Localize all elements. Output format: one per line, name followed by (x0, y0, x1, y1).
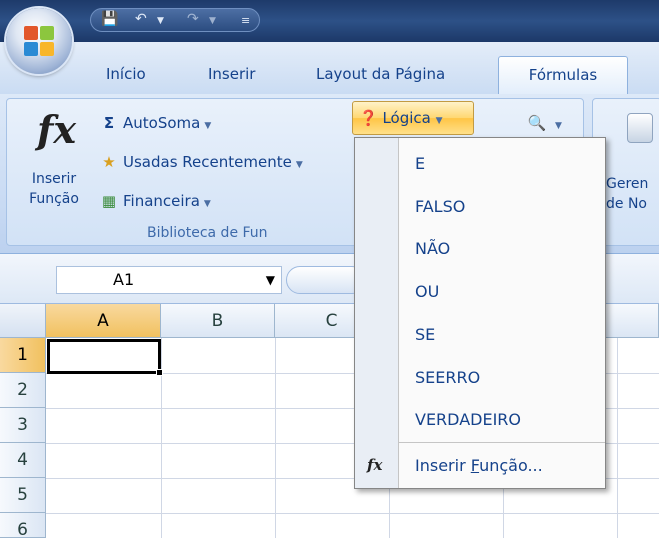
active-cell-a1[interactable] (47, 339, 161, 374)
chevron-down-icon[interactable]: ▼ (266, 267, 275, 293)
gridline (275, 338, 276, 538)
redo-dropdown-icon[interactable]: ▼ (209, 16, 216, 26)
financial-book-icon: ▦ (101, 192, 117, 210)
office-logo-icon (24, 26, 54, 56)
chevron-down-icon: ▼ (203, 199, 211, 209)
tab-inicio[interactable]: Início (94, 56, 158, 94)
insert-function-icon: fx (367, 456, 383, 474)
financial-label: Financeira (123, 192, 200, 210)
menu-item-insert-function[interactable]: Inserir Função... (399, 446, 605, 486)
undo-dropdown-icon[interactable]: ▼ (157, 16, 164, 26)
name-manager-label-line2: de No (606, 196, 647, 212)
menu-separator (399, 442, 605, 443)
undo-icon[interactable]: ↶ (135, 11, 147, 27)
row-header-3[interactable]: 3 (0, 408, 46, 443)
column-header-a[interactable]: A (46, 304, 161, 338)
customize-qat-icon[interactable]: ≡ (241, 14, 250, 27)
tab-layout-da-pagina[interactable]: Layout da Página (304, 56, 457, 94)
ribbon-tabs: Início Inserir Layout da Página Fórmulas (0, 42, 659, 94)
logical-label: Lógica (382, 109, 431, 127)
lookup-reference-button[interactable]: 🔍 ▼ (527, 111, 562, 135)
tab-formulas[interactable]: Fórmulas (498, 56, 628, 94)
logical-book-icon: ❓ (359, 109, 378, 127)
insert-function-button[interactable]: Inserir Função (19, 169, 89, 209)
insert-function-accelerator: F (470, 456, 480, 475)
logical-button[interactable]: ❓ Lógica ▼ (352, 101, 474, 135)
insert-function-text-after: unção... (479, 456, 543, 475)
menu-item-e[interactable]: E (399, 144, 605, 184)
menu-item-se[interactable]: SE (399, 315, 605, 355)
magnifier-book-icon: 🔍 (527, 114, 547, 132)
fill-handle[interactable] (156, 369, 163, 376)
office-button[interactable] (6, 8, 72, 74)
select-all-button[interactable] (0, 304, 46, 338)
redo-icon[interactable]: ↷ (187, 11, 199, 27)
chevron-down-icon: ▼ (295, 160, 303, 170)
tab-inserir[interactable]: Inserir (196, 56, 267, 94)
insert-function-label-line1: Inserir (31, 171, 77, 187)
menu-item-nao[interactable]: NÃO (399, 229, 605, 269)
logical-functions-menu: E FALSO NÃO OU SE SEERRO VERDADEIRO fx I… (354, 137, 606, 489)
autosum-label: AutoSoma (123, 114, 201, 132)
gridline (46, 513, 659, 514)
name-box[interactable]: A1 ▼ (56, 266, 282, 294)
insert-function-label-line2: Função (29, 191, 79, 207)
menu-item-seerro[interactable]: SEERRO (399, 358, 605, 398)
chevron-down-icon: ▼ (555, 121, 562, 131)
column-header-b[interactable]: B (161, 304, 275, 338)
row-header-2[interactable]: 2 (0, 373, 46, 408)
gridline (161, 338, 162, 538)
name-manager-label-line1: Geren (606, 176, 649, 192)
gridline (617, 338, 618, 538)
name-manager-icon[interactable] (627, 113, 653, 143)
autosum-button[interactable]: Σ AutoSoma ▼ (99, 111, 211, 135)
quick-access-toolbar: 💾 ↶ ▼ ↷ ▼ ≡ (90, 8, 260, 32)
menu-gutter (355, 138, 399, 488)
save-icon[interactable]: 💾 (101, 11, 118, 27)
insert-function-text-before: Inserir (415, 456, 471, 475)
row-header-1[interactable]: 1 (0, 338, 46, 373)
row-header-5[interactable]: 5 (0, 478, 46, 513)
row-header-4[interactable]: 4 (0, 443, 46, 478)
menu-item-falso[interactable]: FALSO (399, 187, 605, 227)
star-book-icon: ★ (102, 153, 116, 171)
insert-function-icon[interactable]: fx (37, 107, 76, 152)
title-bar: 💾 ↶ ▼ ↷ ▼ ≡ (0, 0, 659, 42)
chevron-down-icon: ▼ (435, 116, 443, 126)
menu-item-ou[interactable]: OU (399, 272, 605, 312)
sigma-icon: Σ (103, 114, 115, 132)
row-header-6[interactable]: 6 (0, 513, 46, 538)
financial-button[interactable]: ▦ Financeira ▼ (99, 189, 211, 213)
recently-used-label: Usadas Recentemente (123, 153, 292, 171)
name-box-value: A1 (113, 270, 135, 289)
chevron-down-icon: ▼ (204, 121, 212, 131)
menu-item-verdadeiro[interactable]: VERDADEIRO (399, 400, 605, 440)
name-manager-button[interactable]: Geren de No (606, 174, 648, 214)
recently-used-button[interactable]: ★ Usadas Recentemente ▼ (99, 150, 303, 174)
